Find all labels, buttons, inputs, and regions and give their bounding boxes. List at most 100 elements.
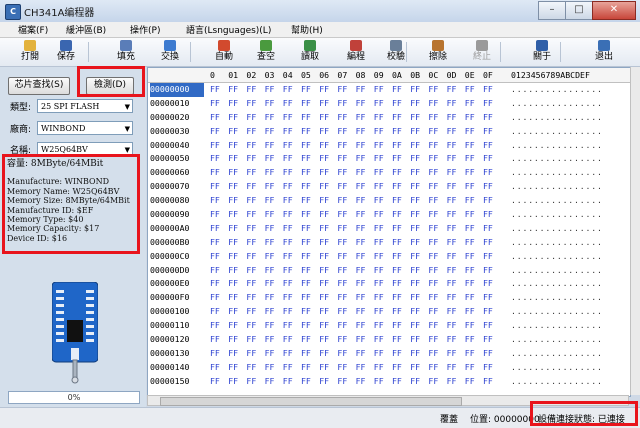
hex-row[interactable]: 00000120 FF FF FF FF FF FF FF FF FF FF FF FF FF FF FF FF… [148,333,630,347]
hex-byte[interactable]: FF [246,97,256,111]
hex-byte[interactable]: FF [210,208,220,222]
hex-byte[interactable]: FF [337,208,347,222]
hex-byte[interactable]: FF [356,361,366,375]
hex-byte[interactable]: FF [447,264,457,278]
hex-byte[interactable]: FF [283,139,293,153]
hex-byte[interactable]: FF [447,125,457,139]
hex-byte[interactable]: FF [319,111,329,125]
hex-byte[interactable]: FF [319,361,329,375]
hex-byte[interactable]: FF [428,125,438,139]
hex-byte[interactable]: FF [301,264,311,278]
hex-byte[interactable]: FF [447,305,457,319]
hex-byte[interactable]: FF [410,111,420,125]
hex-byte[interactable]: FF [228,152,238,166]
hex-byte[interactable]: FF [356,194,366,208]
hex-row[interactable]: 000000A0 FF FF FF FF FF FF FF FF FF FF FF FF FF FF FF FF… [148,222,630,236]
hex-byte[interactable]: FF [265,83,275,97]
hex-byte[interactable]: FF [356,125,366,139]
hex-byte[interactable]: FF [228,375,238,389]
hex-row[interactable]: 00000060 FF FF FF FF FF FF FF FF FF FF FF FF FF FF FF FF… [148,166,630,180]
hex-byte[interactable]: FF [319,222,329,236]
hex-byte[interactable]: FF [356,97,366,111]
hex-byte[interactable]: FF [228,139,238,153]
hex-byte[interactable]: FF [246,250,256,264]
hex-byte[interactable]: FF [265,305,275,319]
hex-byte[interactable]: FF [483,208,493,222]
hex-byte[interactable]: FF [392,97,402,111]
hex-byte[interactable]: FF [246,291,256,305]
hex-byte[interactable]: FF [374,236,384,250]
hex-byte[interactable]: FF [301,152,311,166]
hex-byte[interactable]: FF [337,111,347,125]
hex-byte[interactable]: FF [447,166,457,180]
horizontal-scrollbar[interactable] [147,395,629,406]
hex-byte[interactable]: FF [447,152,457,166]
hex-byte[interactable]: FF [483,250,493,264]
hex-byte[interactable]: FF [283,305,293,319]
hex-byte[interactable]: FF [465,152,475,166]
hex-byte[interactable]: FF [356,291,366,305]
hex-byte[interactable]: FF [265,139,275,153]
hex-byte[interactable]: FF [392,250,402,264]
toolbar-button-4[interactable]: 交換 [152,39,188,65]
hex-byte[interactable]: FF [319,236,329,250]
hex-row[interactable]: 00000010 FF FF FF FF FF FF FF FF FF FF FF FF FF FF FF FF… [148,97,630,111]
hex-byte[interactable]: FF [265,111,275,125]
hex-byte[interactable]: FF [428,277,438,291]
hex-byte[interactable]: FF [465,333,475,347]
hex-byte[interactable]: FF [447,236,457,250]
hex-byte[interactable]: FF [465,277,475,291]
hex-byte[interactable]: FF [283,347,293,361]
hex-byte[interactable]: FF [301,375,311,389]
hex-byte[interactable]: FF [301,236,311,250]
hex-byte[interactable]: FF [283,361,293,375]
hex-byte[interactable]: FF [319,333,329,347]
hex-byte[interactable]: FF [410,264,420,278]
hex-byte[interactable]: FF [246,83,256,97]
maximize-button[interactable]: □ [565,1,593,20]
hex-byte[interactable]: FF [228,180,238,194]
hex-byte[interactable]: FF [410,375,420,389]
hex-byte[interactable]: FF [283,180,293,194]
hex-byte[interactable]: FF [428,250,438,264]
hex-byte[interactable]: FF [483,291,493,305]
hex-byte[interactable]: FF [392,236,402,250]
hex-byte[interactable]: FF [356,375,366,389]
hex-byte[interactable]: FF [392,264,402,278]
hex-byte[interactable]: FF [428,83,438,97]
hex-byte[interactable]: FF [228,83,238,97]
hex-byte[interactable]: FF [337,194,347,208]
hex-row[interactable]: 000000E0 FF FF FF FF FF FF FF FF FF FF FF FF FF FF FF FF… [148,277,630,291]
menu-help[interactable]: 幫助(H) [291,23,323,36]
hex-byte[interactable]: FF [301,83,311,97]
hex-byte[interactable]: FF [356,139,366,153]
hex-byte[interactable]: FF [228,291,238,305]
hex-byte[interactable]: FF [210,194,220,208]
hex-byte[interactable]: FF [392,319,402,333]
hex-byte[interactable]: FF [246,125,256,139]
hex-byte[interactable]: FF [374,250,384,264]
hex-byte[interactable]: FF [319,152,329,166]
hex-byte[interactable]: FF [356,222,366,236]
hex-byte[interactable]: FF [392,111,402,125]
hex-byte[interactable]: FF [447,361,457,375]
hex-byte[interactable]: FF [483,277,493,291]
hex-byte[interactable]: FF [428,111,438,125]
hex-byte[interactable]: FF [374,208,384,222]
vertical-scrollbar[interactable] [630,67,640,395]
hex-byte[interactable]: FF [392,180,402,194]
hex-byte[interactable]: FF [392,222,402,236]
hex-byte[interactable]: FF [356,277,366,291]
name-select[interactable]: W25Q64BV ▼ [37,142,133,156]
hex-byte[interactable]: FF [374,277,384,291]
hex-byte[interactable]: FF [210,166,220,180]
scroll-thumb[interactable] [160,397,462,406]
hex-byte[interactable]: FF [337,375,347,389]
hex-byte[interactable]: FF [283,236,293,250]
hex-byte[interactable]: FF [465,236,475,250]
hex-byte[interactable]: FF [428,347,438,361]
hex-byte[interactable]: FF [210,277,220,291]
hex-byte[interactable]: FF [483,375,493,389]
hex-byte[interactable]: FF [410,347,420,361]
hex-row[interactable]: 000000F0 FF FF FF FF FF FF FF FF FF FF FF FF FF FF FF FF… [148,291,630,305]
